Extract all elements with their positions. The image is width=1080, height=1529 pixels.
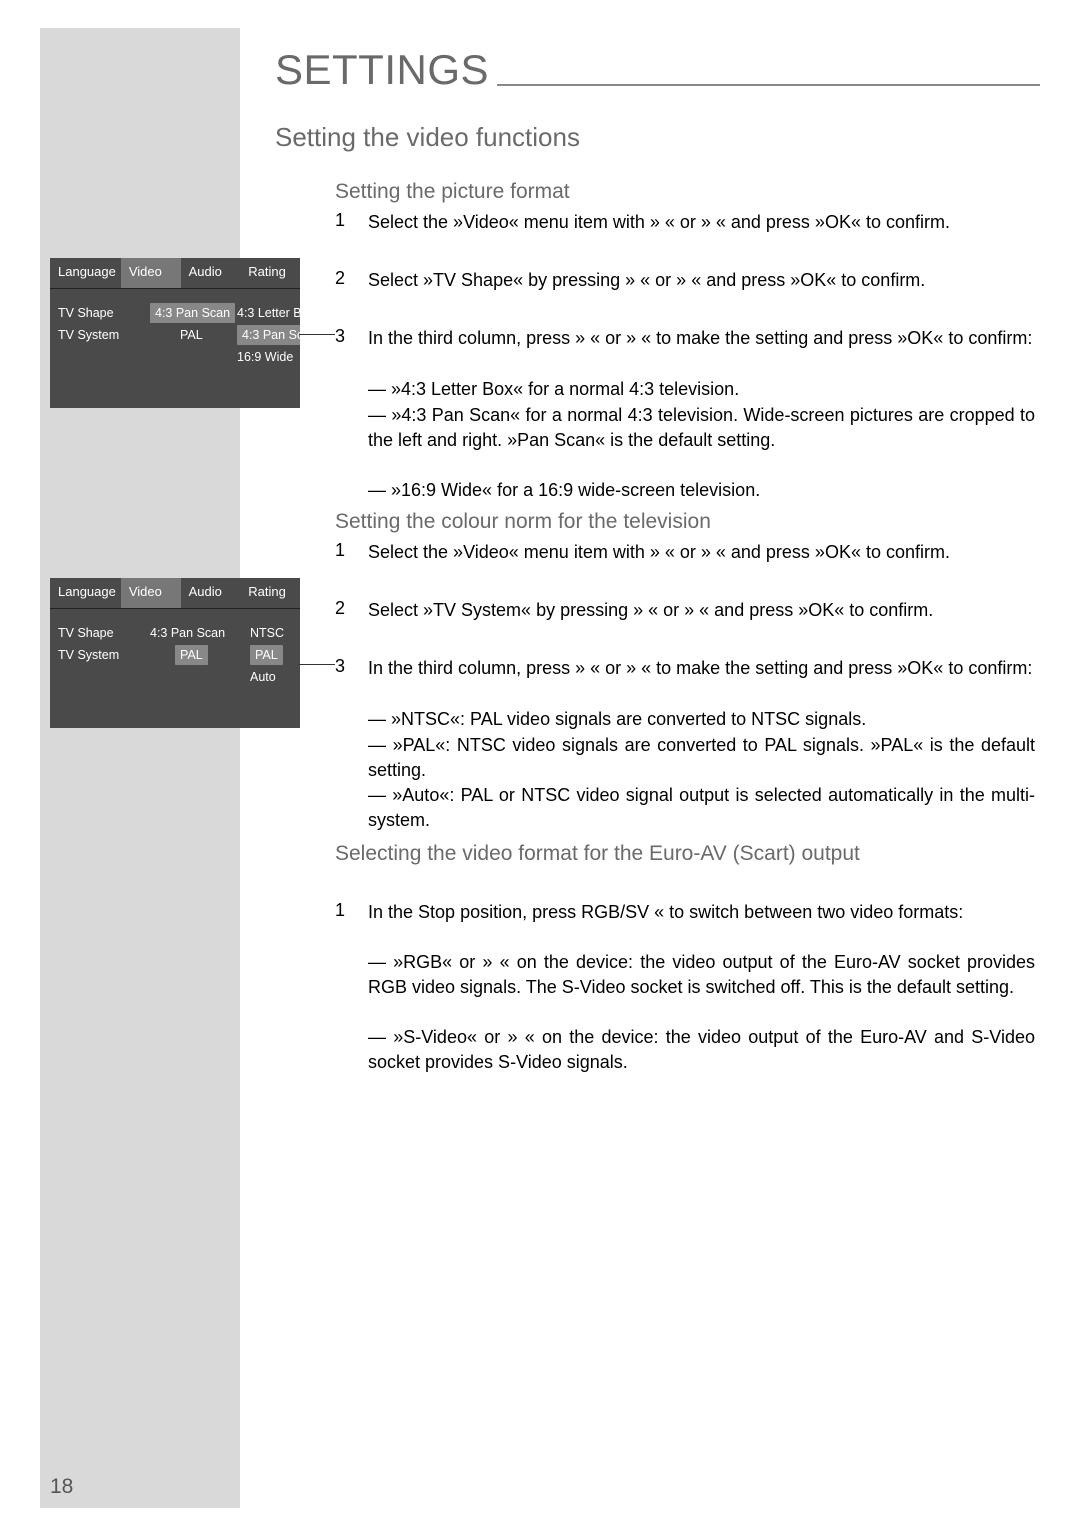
osd-row-label: TV Shape <box>58 623 114 643</box>
osd-row-value: 4:3 Pan Scan <box>150 303 235 323</box>
step-text: Select the »Video« menu item with » « or… <box>368 540 1035 565</box>
osd-tab-rating: Rating <box>240 578 300 609</box>
osd-option: 4:3 Letter Box <box>237 303 300 323</box>
osd-row-label: TV System <box>58 325 119 345</box>
osd-option-selected: 4:3 Pan Scan <box>237 325 300 345</box>
step-text: In the third column, press » « or » « to… <box>368 326 1035 351</box>
title-row: SETTINGS <box>275 46 1040 94</box>
step-text: Select »TV System« by pressing » « or » … <box>368 598 1035 623</box>
osd-row-value: PAL <box>180 325 203 345</box>
option-text: — »4:3 Pan Scan« for a normal 4:3 televi… <box>368 403 1035 453</box>
option-text: — »NTSC«: PAL video signals are converte… <box>368 707 1035 732</box>
osd-tab-audio: Audio <box>181 578 241 609</box>
osd-body: TV Shape 4:3 Pan Scan TV System PAL NTSC… <box>50 609 300 728</box>
step-number: 2 <box>335 268 345 289</box>
osd-tabs: Language Video Audio Rating <box>50 258 300 289</box>
osd-option: NTSC <box>250 623 284 643</box>
subheading-picture-format: Setting the picture format <box>335 180 570 204</box>
step-number: 1 <box>335 540 345 561</box>
option-text: — »S-Video« or » « on the device: the vi… <box>368 1025 1035 1075</box>
step-number: 3 <box>335 326 345 347</box>
section-heading-video-functions: Setting the video functions <box>275 122 580 153</box>
osd-tab-rating: Rating <box>240 258 300 289</box>
step-number: 3 <box>335 656 345 677</box>
step-text: In the Stop position, press RGB/SV « to … <box>368 900 1035 925</box>
option-text: — »4:3 Letter Box« for a normal 4:3 tele… <box>368 377 1035 402</box>
osd-menu-colour-norm: Language Video Audio Rating TV Shape 4:3… <box>50 578 300 728</box>
subheading-colour-norm: Setting the colour norm for the televisi… <box>335 510 711 534</box>
osd-tab-video: Video <box>121 578 181 609</box>
page-number: 18 <box>50 1475 73 1499</box>
option-text: — »RGB« or » « on the device: the video … <box>368 950 1035 1000</box>
osd-tab-audio: Audio <box>181 258 241 289</box>
step-text: Select the »Video« menu item with » « or… <box>368 210 1035 235</box>
osd-option: Auto <box>250 667 276 687</box>
option-text: — »Auto«: PAL or NTSC video signal outpu… <box>368 783 1035 833</box>
osd-tab-language: Language <box>50 578 121 609</box>
osd-tabs: Language Video Audio Rating <box>50 578 300 609</box>
osd-menu-picture-format: Language Video Audio Rating TV Shape 4:3… <box>50 258 300 408</box>
option-text: — »PAL«: NTSC video signals are converte… <box>368 733 1035 783</box>
left-margin-band <box>40 28 240 1508</box>
step-number: 1 <box>335 900 345 921</box>
step-number: 1 <box>335 210 345 231</box>
callout-line <box>299 664 335 665</box>
osd-row-label: TV System <box>58 645 119 665</box>
osd-row-value: PAL <box>175 645 208 665</box>
osd-tab-video: Video <box>121 258 181 289</box>
osd-row-value: 4:3 Pan Scan <box>150 623 225 643</box>
title-rule <box>497 84 1040 86</box>
osd-body: TV Shape 4:3 Pan Scan TV System PAL 4:3 … <box>50 289 300 408</box>
subheading-scart-output: Selecting the video format for the Euro-… <box>335 842 895 866</box>
osd-row-label: TV Shape <box>58 303 114 323</box>
step-text: Select »TV Shape« by pressing » « or » «… <box>368 268 1035 293</box>
option-text: — »16:9 Wide« for a 16:9 wide-screen tel… <box>368 478 1035 503</box>
step-text: In the third column, press » « or » « to… <box>368 656 1035 681</box>
callout-line <box>299 334 335 335</box>
page-title: SETTINGS <box>275 46 489 94</box>
step-number: 2 <box>335 598 345 619</box>
osd-option: 16:9 Wide <box>237 347 293 367</box>
osd-tab-language: Language <box>50 258 121 289</box>
osd-option-selected: PAL <box>250 645 283 665</box>
